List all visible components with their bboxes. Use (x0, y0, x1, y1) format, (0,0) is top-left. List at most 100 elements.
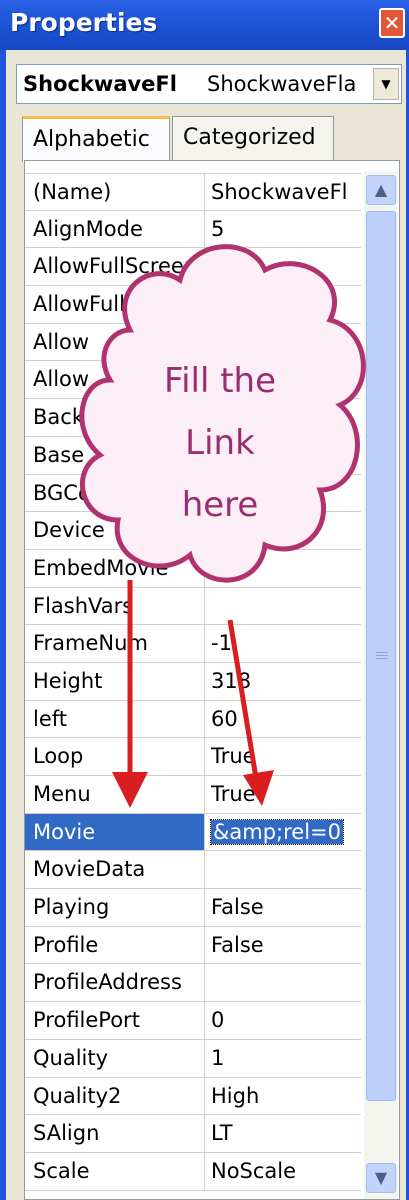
property-value[interactable]: 5 (206, 211, 361, 248)
object-name: ShockwaveFl (23, 72, 177, 96)
property-value[interactable]: e (206, 550, 361, 587)
property-value[interactable]: 0 (206, 1002, 361, 1039)
property-name: MovieData (25, 851, 205, 889)
property-name: Profile (25, 926, 205, 964)
property-name: AlignMode (25, 210, 205, 248)
callout-line-2: Link (185, 423, 255, 463)
property-row[interactable]: Movie &amp;rel=0 (25, 813, 361, 852)
property-value[interactable] (206, 286, 361, 323)
chevron-up-icon: ▲ (374, 180, 388, 199)
property-value-text: 318 (211, 668, 252, 693)
property-value-text: e (211, 555, 224, 580)
property-value[interactable]: 60 (206, 701, 361, 738)
property-value-text: True (211, 744, 256, 769)
property-name: EmbedMovie (25, 549, 205, 587)
property-value-text: 0 (211, 1008, 225, 1033)
property-row[interactable]: Playing False (25, 889, 361, 927)
title-bar[interactable]: Properties ✕ (0, 0, 409, 50)
property-row[interactable]: FlashVars (25, 587, 361, 626)
property-value-text: High (211, 1083, 260, 1108)
property-row[interactable]: Scale NoScale (25, 1152, 361, 1191)
property-value[interactable]: NoScale (206, 1153, 361, 1190)
property-row[interactable]: AlignMode 5 (25, 210, 361, 249)
callout-text: Fill the Link here (130, 350, 310, 536)
property-row[interactable]: EmbedMovie e (25, 549, 361, 588)
callout-line-1: Fill the (163, 361, 277, 401)
property-value[interactable]: 1 (206, 1040, 361, 1077)
property-value[interactable]: True (206, 776, 361, 813)
property-row[interactable]: FrameNum -1 (25, 625, 361, 663)
property-value[interactable]: LT (206, 1115, 361, 1152)
scroll-up-button[interactable]: ▲ (366, 175, 396, 205)
property-value[interactable]: f (206, 248, 361, 285)
property-value[interactable] (206, 851, 361, 888)
property-value[interactable]: False (206, 927, 361, 964)
property-row[interactable]: left 60 (25, 700, 361, 739)
property-value[interactable]: True (206, 738, 361, 775)
property-value[interactable]: 318 (206, 663, 361, 700)
scroll-down-button[interactable]: ▼ (366, 1163, 396, 1193)
property-value-text: 60 (211, 706, 238, 731)
object-type: ShockwaveFla (207, 72, 357, 96)
property-value[interactable]: High (206, 1078, 361, 1115)
tab-alphabetic[interactable]: Alphabetic (22, 116, 170, 162)
property-value[interactable]: False (206, 889, 361, 926)
property-value[interactable]: ShockwaveFl (206, 174, 361, 210)
property-value-text: False (211, 932, 264, 957)
property-name: Movie (25, 813, 205, 851)
property-name: AllowFullScreen (25, 248, 205, 286)
property-name: (Name) (25, 174, 205, 210)
property-value-text: f (211, 254, 219, 279)
property-value[interactable]: -1 (206, 625, 361, 662)
property-grid: (Name) ShockwaveFl AlignMode 5 AllowFullScre… (24, 160, 400, 1200)
grip-icon (376, 652, 388, 653)
property-row[interactable]: ProfileAddress (25, 964, 361, 1003)
property-row[interactable]: Profile False (25, 926, 361, 965)
property-name: Loop (25, 738, 205, 775)
window-left-border (0, 50, 6, 1200)
property-row[interactable]: AllowFullS (25, 286, 361, 324)
property-name: Scale (25, 1152, 205, 1190)
chevron-down-icon: ▼ (381, 77, 391, 91)
property-value-text: -1 (211, 631, 232, 656)
property-value-text: False (211, 895, 264, 920)
window-title: Properties (10, 8, 158, 37)
property-row[interactable]: (Name) ShockwaveFl (25, 173, 361, 211)
property-list: (Name) ShockwaveFl AlignMode 5 AllowFullScre… (25, 173, 361, 1191)
property-row[interactable]: Loop True (25, 738, 361, 776)
property-row[interactable]: MovieData (25, 851, 361, 890)
property-name: FrameNum (25, 625, 205, 662)
close-icon: ✕ (383, 11, 401, 35)
scroll-thumb[interactable] (366, 211, 396, 1101)
property-name: Menu (25, 776, 205, 813)
object-selector[interactable]: ShockwaveFl ShockwaveFla ▼ (16, 64, 402, 104)
close-button[interactable]: ✕ (379, 8, 405, 38)
property-row[interactable]: Quality 1 (25, 1039, 361, 1078)
property-name: Quality (25, 1039, 205, 1077)
dropdown-button[interactable]: ▼ (373, 68, 399, 100)
property-row[interactable]: AllowFullScreen f (25, 248, 361, 287)
property-name: Playing (25, 889, 205, 926)
property-value-text: True (211, 782, 256, 806)
property-name: FlashVars (25, 587, 205, 625)
chevron-down-icon: ▼ (374, 1168, 388, 1187)
property-value-text: ShockwaveFl (211, 180, 348, 204)
tab-categorized[interactable]: Categorized (172, 116, 334, 160)
property-row[interactable]: Height 318 (25, 662, 361, 701)
property-row[interactable]: Quality2 High (25, 1077, 361, 1116)
property-value[interactable] (206, 964, 361, 1001)
property-value-text: NoScale (211, 1158, 297, 1183)
property-value-text: 5 (211, 216, 225, 241)
property-name: Height (25, 662, 205, 700)
property-name: left (25, 700, 205, 738)
property-name: AllowFullS (25, 286, 205, 323)
property-row[interactable]: ProfilePort 0 (25, 1002, 361, 1040)
property-row[interactable]: Menu True (25, 776, 361, 814)
property-name: SAlign (25, 1115, 205, 1152)
property-value[interactable] (206, 588, 361, 625)
property-value[interactable]: &amp;rel=0 (206, 814, 361, 851)
vertical-scrollbar[interactable]: ▲ ▼ (364, 171, 398, 1199)
property-name: ProfilePort (25, 1002, 205, 1039)
callout-line-3: here (181, 485, 259, 525)
property-row[interactable]: SAlign LT (25, 1115, 361, 1153)
